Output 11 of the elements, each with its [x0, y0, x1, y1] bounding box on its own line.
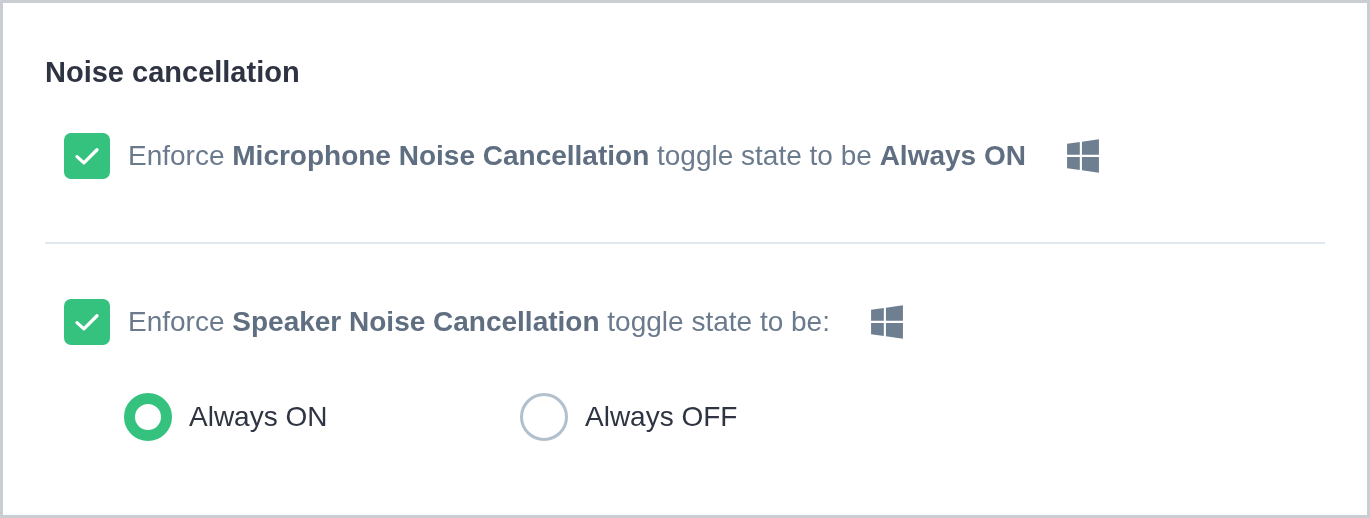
- radio-option[interactable]: Always OFF: [520, 392, 916, 441]
- radio-button[interactable]: [124, 392, 172, 441]
- radio-option[interactable]: Always ON: [124, 392, 520, 441]
- setting-label: Enforce Microphone Noise Cancellation toggle state to be Always ON: [128, 139, 1026, 172]
- setting-label: Enforce Speaker Noise Cancellation toggle state to be:: [128, 305, 830, 338]
- windows-icon: [869, 304, 904, 339]
- checkbox[interactable]: [64, 298, 110, 345]
- section-title: Noise cancellation: [45, 55, 301, 90]
- checkbox[interactable]: [64, 132, 110, 179]
- radio-button[interactable]: [520, 392, 568, 441]
- windows-icon: [1065, 138, 1100, 173]
